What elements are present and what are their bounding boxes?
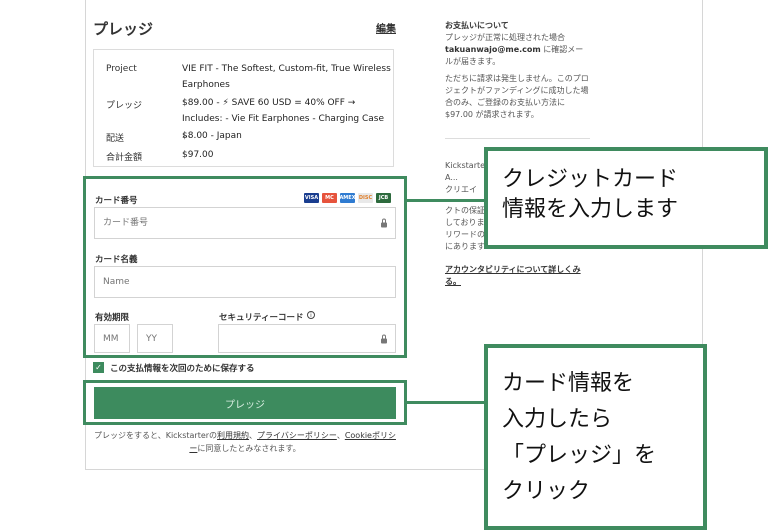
total-label: 合計金額 <box>106 153 143 163</box>
total-value: $97.00 <box>182 150 214 160</box>
privacy-link[interactable]: プライバシーポリシー <box>257 431 337 440</box>
terms-prefix: プレッジをすると、Kickstarterの <box>94 431 218 440</box>
kick-line-1: Kickstarter <box>445 161 489 170</box>
card-form-highlight <box>83 176 407 358</box>
terms-suffix: に同意したとみなされます。 <box>197 444 301 453</box>
partial-2: しておりま <box>445 218 485 227</box>
terms-text: プレッジをすると、Kickstarterの利用規約、プライバシーポリシー、Coo… <box>93 429 397 455</box>
edit-link[interactable]: 編集 <box>376 20 396 35</box>
shipping-value: $8.00 - Japan <box>182 131 242 141</box>
terms-link[interactable]: 利用規約 <box>217 431 249 440</box>
payment-info: お支払いについて プレッジが正常に処理された場合 takuanwajo@me.c… <box>445 20 590 68</box>
terms-separator: 、 <box>249 431 258 440</box>
payment-text-1: プレッジが正常に処理された場合 <box>445 33 565 42</box>
partial-1: クトの保証 <box>445 206 485 215</box>
save-card-label: この支払情報を次回のために保存する <box>110 364 255 374</box>
pledge-button-highlight <box>83 380 407 425</box>
checkmark-icon: ✓ <box>95 363 102 372</box>
pledge-label: プレッジ <box>106 101 143 111</box>
email-text: takuanwajo@me.com <box>445 45 541 54</box>
divider <box>445 138 590 139</box>
partial-3: リワードの <box>445 230 485 239</box>
terms-separator: 、 <box>336 431 345 440</box>
callout-enter-card: クレジットカード 情報を入力します <box>484 147 768 249</box>
pledge-summary: Project VIE FIT - The Softest, Custom-fi… <box>93 49 394 167</box>
payment-heading: お支払いについて <box>445 21 509 30</box>
kick-line-3: クリエイ <box>445 185 477 194</box>
partial-4: にあります <box>445 242 485 251</box>
callout-click-pledge-text: カード情報を 入力したら 「プレッジ」を クリック <box>502 371 657 504</box>
accountability-link[interactable]: アカウンタビリティについて詳しくみる。 <box>445 264 590 288</box>
project-value: VIE FIT - The Softest, Custom-fit, True … <box>182 64 391 90</box>
callout-connector-top <box>406 199 486 202</box>
callout-connector-bottom <box>406 401 486 404</box>
kick-line-2: A... <box>445 173 458 182</box>
save-card-checkbox[interactable]: ✓ <box>93 362 104 373</box>
project-label: Project <box>106 64 137 74</box>
shipping-label: 配送 <box>106 134 125 144</box>
callout-enter-card-text: クレジットカード 情報を入力します <box>502 167 679 222</box>
page-title: プレッジ <box>93 20 154 38</box>
charge-info: ただちに請求は発生しません。このプロジェクトがファンディングに成功した場合のみ、… <box>445 74 589 119</box>
callout-click-pledge: カード情報を 入力したら 「プレッジ」を クリック <box>484 344 707 530</box>
